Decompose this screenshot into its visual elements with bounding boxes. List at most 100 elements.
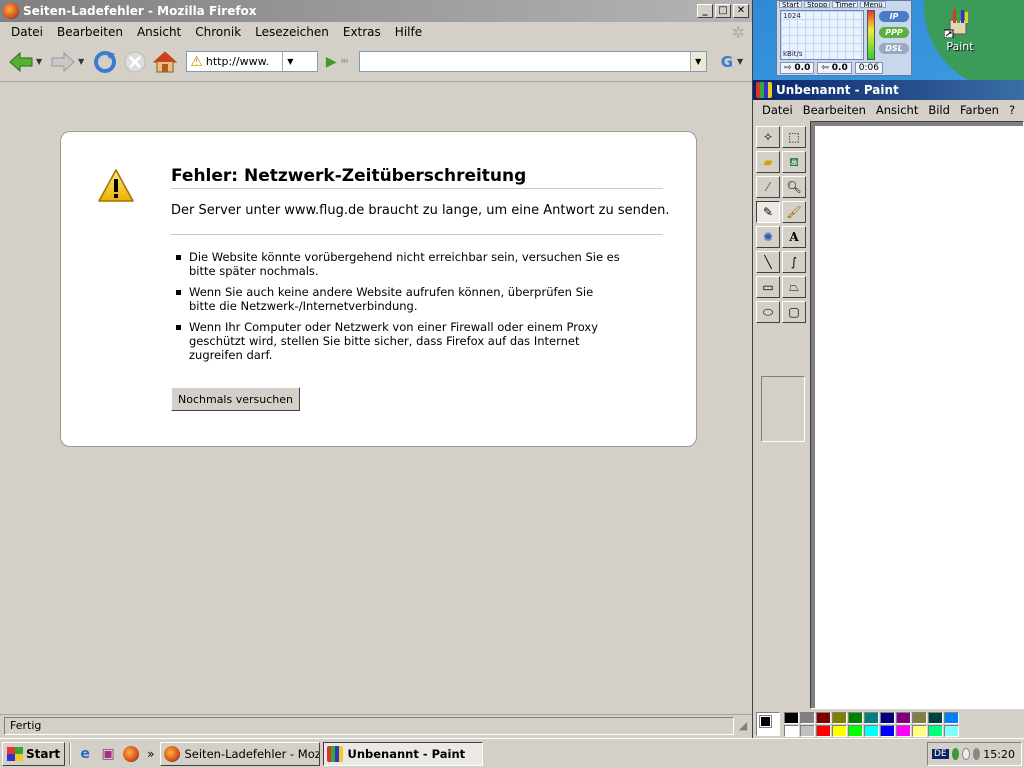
go-button[interactable]: ▶ xyxy=(322,54,340,70)
brush-tool[interactable]: 🖌︎ xyxy=(782,201,806,223)
paint-menu-farben[interactable]: Farben xyxy=(955,103,1004,117)
drawing-canvas[interactable] xyxy=(815,126,1024,708)
taskbar-button-firefox[interactable]: Seiten-Ladefehler - Mozill... xyxy=(160,741,321,766)
palette-swatch[interactable] xyxy=(928,712,943,724)
dsl-tab-timer[interactable]: Timer xyxy=(832,1,859,8)
menu-extras[interactable]: Extras xyxy=(336,25,388,39)
search-engine-dropdown[interactable]: ▼ xyxy=(737,57,743,66)
url-dropdown-button[interactable]: ▼ xyxy=(281,52,298,71)
palette-swatch[interactable] xyxy=(832,712,847,724)
palette-swatch[interactable] xyxy=(896,725,911,737)
paint-menu-datei[interactable]: Datei xyxy=(757,103,798,117)
clock[interactable]: 15:20 xyxy=(983,748,1015,761)
text-tool[interactable]: A xyxy=(782,226,806,248)
palette-swatch[interactable] xyxy=(800,712,815,724)
home-button[interactable] xyxy=(150,47,180,77)
desktop-icon-paint[interactable]: Paint xyxy=(938,6,982,53)
paint-icon xyxy=(943,6,976,39)
menu-hilfe[interactable]: Hilfe xyxy=(388,25,429,39)
messenger-tray-icon[interactable] xyxy=(961,748,970,760)
maximize-button[interactable]: □ xyxy=(715,4,731,18)
menu-datei[interactable]: Datei xyxy=(4,25,50,39)
toolbar-resize-handle[interactable]: ⇹ xyxy=(340,56,348,67)
palette-swatch[interactable] xyxy=(896,712,911,724)
palette-swatch[interactable] xyxy=(928,725,943,737)
current-colors-indicator[interactable] xyxy=(756,712,780,736)
palette-swatch[interactable] xyxy=(864,712,879,724)
color-picker-tool[interactable]: ⁄ xyxy=(756,176,780,198)
taskbar-button-paint[interactable]: Unbenannt - Paint xyxy=(323,741,484,766)
ellipse-tool[interactable]: ⬭ xyxy=(756,301,780,323)
error-separator xyxy=(171,234,663,235)
back-history-dropdown[interactable]: ▼ xyxy=(36,57,42,66)
palette-swatch[interactable] xyxy=(848,725,863,737)
network-tray-icon[interactable] xyxy=(951,748,959,760)
language-indicator[interactable]: DE xyxy=(932,749,949,759)
airbrush-tool[interactable]: ✺ xyxy=(756,226,780,248)
palette-swatch[interactable] xyxy=(944,725,959,737)
forward-history-dropdown[interactable]: ▼ xyxy=(78,57,84,66)
paint-menu-ansicht[interactable]: Ansicht xyxy=(871,103,923,117)
palette-swatch[interactable] xyxy=(880,712,895,724)
palette-swatch[interactable] xyxy=(912,712,927,724)
menu-ansicht[interactable]: Ansicht xyxy=(130,25,188,39)
volume-tray-icon[interactable] xyxy=(973,748,981,760)
search-engine-icon[interactable]: G xyxy=(721,53,733,71)
dsl-throughput-graph: 1024 kBit/s xyxy=(780,10,864,60)
palette-swatch[interactable] xyxy=(832,725,847,737)
retry-button[interactable]: Nochmals versuchen xyxy=(171,387,300,411)
menu-bearbeiten[interactable]: Bearbeiten xyxy=(50,25,130,39)
close-button[interactable]: ✕ xyxy=(733,4,749,18)
palette-swatch[interactable] xyxy=(880,725,895,737)
dsl-tab-start[interactable]: Start xyxy=(779,1,803,8)
back-button[interactable] xyxy=(6,47,36,77)
palette-swatch[interactable] xyxy=(864,725,879,737)
rounded-rect-tool[interactable]: ▢ xyxy=(782,301,806,323)
eraser-tool[interactable]: ▰ xyxy=(756,151,780,173)
firefox-titlebar[interactable]: Seiten-Ladefehler - Mozilla Firefox _ □ … xyxy=(0,0,752,22)
tool-options-box[interactable] xyxy=(761,376,805,442)
palette-swatch[interactable] xyxy=(816,712,831,724)
palette-swatch[interactable] xyxy=(944,712,959,724)
palette-swatch[interactable] xyxy=(912,725,927,737)
paint-menu-help[interactable]: ? xyxy=(1004,103,1020,117)
ie-quicklaunch-icon[interactable]: e xyxy=(75,744,95,764)
pencil-tool[interactable]: ✎ xyxy=(756,201,780,223)
dsl-tab-menu[interactable]: Menü xyxy=(860,1,886,8)
search-input[interactable] xyxy=(359,54,690,69)
menu-lesezeichen[interactable]: Lesezeichen xyxy=(248,25,336,39)
palette-swatch[interactable] xyxy=(848,712,863,724)
reload-button[interactable] xyxy=(90,47,120,77)
firefox-quicklaunch-icon[interactable] xyxy=(121,744,141,764)
minimize-button[interactable]: _ xyxy=(697,4,713,18)
palette-swatch[interactable] xyxy=(816,725,831,737)
url-input[interactable] xyxy=(205,55,282,68)
resize-grip-icon[interactable]: ◢ xyxy=(734,719,752,732)
magnifier-tool[interactable]: 🔍︎ xyxy=(782,176,806,198)
search-bar[interactable]: ▼ xyxy=(358,51,707,72)
dsl-tab-stopp[interactable]: Stopp xyxy=(804,1,831,8)
curve-tool[interactable]: ∫ xyxy=(782,251,806,273)
paint-menu-bearbeiten[interactable]: Bearbeiten xyxy=(798,103,871,117)
firefox-icon xyxy=(3,3,19,19)
forward-button[interactable] xyxy=(48,47,78,77)
dsl-online-time: 0:06 xyxy=(854,62,883,74)
menu-chronik[interactable]: Chronik xyxy=(188,25,248,39)
quicklaunch-chevron[interactable]: » xyxy=(147,747,154,761)
stop-button[interactable] xyxy=(120,47,150,77)
palette-swatch[interactable] xyxy=(784,712,799,724)
fill-tool[interactable]: ⛾ xyxy=(782,151,806,173)
rect-select-tool[interactable]: ⬚ xyxy=(782,126,806,148)
url-bar[interactable]: ⚠ ▼ xyxy=(186,51,319,72)
polygon-tool[interactable]: ⏢ xyxy=(782,276,806,298)
paint-titlebar[interactable]: Unbenannt - Paint xyxy=(753,80,1024,100)
start-button[interactable]: Start xyxy=(2,741,66,766)
search-dropdown-button[interactable]: ▼ xyxy=(689,52,706,71)
rectangle-tool[interactable]: ▭ xyxy=(756,276,780,298)
palette-swatch[interactable] xyxy=(784,725,799,737)
free-select-tool[interactable]: ✧ xyxy=(756,126,780,148)
paint-menu-bild[interactable]: Bild xyxy=(923,103,955,117)
media-quicklaunch-icon[interactable]: ▣ xyxy=(98,744,118,764)
line-tool[interactable]: ╲ xyxy=(756,251,780,273)
palette-swatch[interactable] xyxy=(800,725,815,737)
